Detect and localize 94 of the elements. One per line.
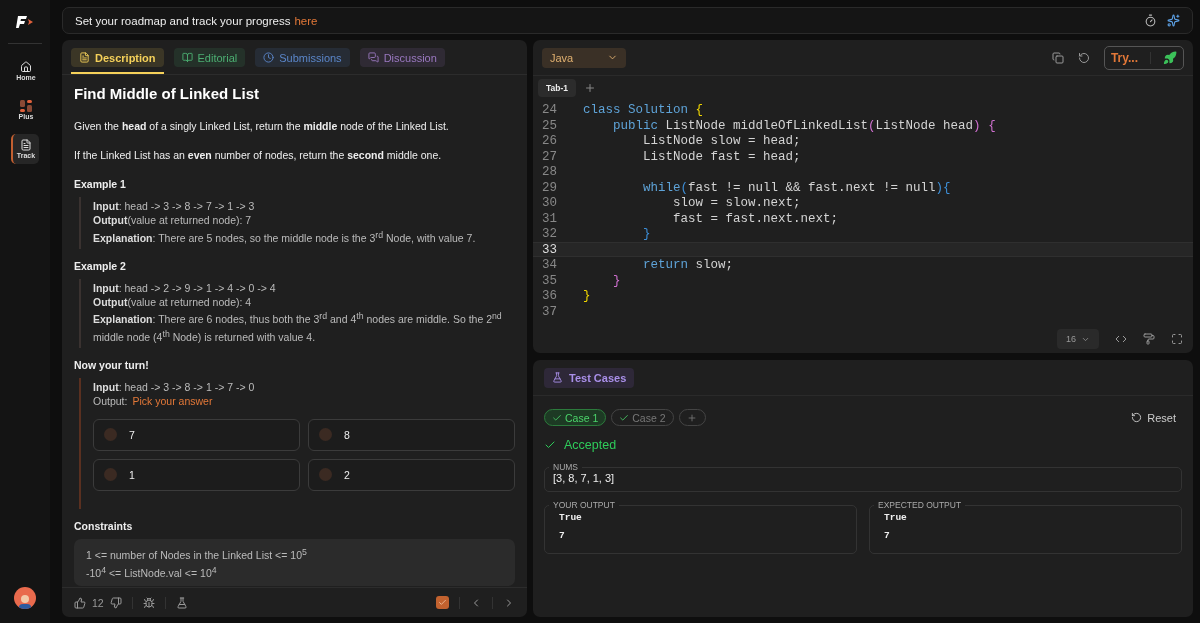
case-tab[interactable]: Case 1: [544, 409, 607, 426]
line-number: 36: [541, 289, 558, 303]
code-line: }: [642, 227, 651, 241]
plus-icon: [687, 412, 698, 423]
code-icon[interactable]: [1115, 333, 1127, 345]
answer-option[interactable]: 7: [93, 418, 300, 451]
reset-button[interactable]: Reset: [1125, 410, 1182, 425]
check-icon: [544, 439, 556, 451]
example-line: Output(value at returned node): 4: [93, 295, 252, 308]
flask-icon[interactable]: [175, 596, 188, 609]
add-tab-icon[interactable]: [584, 82, 597, 94]
reset-icon[interactable]: [1077, 51, 1090, 64]
line-number: 31: [541, 211, 558, 225]
line-number: 33: [541, 242, 558, 256]
line-number: 32: [541, 227, 558, 241]
font-size-select[interactable]: 16: [1057, 329, 1099, 349]
chat-icon: [367, 52, 379, 63]
tab[interactable]: Editorial: [173, 48, 246, 67]
bug-icon[interactable]: [142, 596, 155, 609]
done-checkbox[interactable]: [436, 596, 449, 609]
blocks-icon: [20, 100, 32, 112]
output-box: EXPECTED OUTPUT True 7: [869, 500, 1182, 554]
format-icon[interactable]: [1143, 333, 1155, 345]
code-line: }: [583, 289, 591, 303]
tab[interactable]: Submissions: [255, 48, 350, 67]
constraints-heading: Constraints: [74, 518, 134, 533]
problem-title: Find Middle of Linked List: [74, 87, 260, 101]
logo[interactable]: [16, 15, 34, 29]
line-number: 34: [541, 258, 558, 272]
book-icon: [181, 52, 193, 63]
rocket-icon[interactable]: [1163, 50, 1177, 65]
line-number: 30: [541, 196, 558, 210]
thumbs-up-icon[interactable]: [74, 596, 86, 609]
result-status: Accepted: [564, 438, 617, 452]
clock-icon: [263, 52, 275, 63]
line-number: 25: [541, 118, 558, 132]
example-line: Output(value at returned node): 7: [93, 214, 252, 226]
line-number: 35: [541, 273, 558, 287]
sparkles-icon[interactable]: [1167, 14, 1180, 27]
editor-tab[interactable]: Tab-1: [538, 79, 577, 97]
flask-icon: [552, 372, 563, 383]
home-icon: [20, 61, 32, 73]
line-number: 26: [541, 134, 558, 148]
answer-option[interactable]: 1: [93, 458, 300, 491]
constraint-line: 1 <= number of Nodes in the Linked List <= 10$^{5}$: [86, 549, 307, 561]
line-number: 28: [541, 165, 558, 179]
tab[interactable]: Description: [71, 48, 164, 67]
avatar[interactable]: [14, 587, 36, 609]
line-number: 24: [541, 103, 558, 117]
here-link[interactable]: here: [294, 14, 318, 27]
constraint-line: -10$^{4}$ <= ListNode.val <= 10$^{4}$: [86, 566, 217, 579]
check-icon: [619, 412, 630, 423]
code-line: public ListNode middleOfLinkedList(ListNode head) {: [612, 118, 996, 132]
tab[interactable]: Discussion: [359, 48, 445, 67]
answer-option[interactable]: 8: [308, 418, 515, 451]
quiz-prompt: Pick your answer: [132, 394, 213, 407]
like-count: 12: [92, 596, 104, 609]
code-line: }: [612, 273, 621, 287]
fullscreen-icon[interactable]: [1171, 333, 1183, 345]
code-line: fast = fast.next.next;: [672, 211, 839, 225]
example-line: Input: head -> 3 -> 8 -> 7 -> 1 -> 3: [93, 200, 255, 212]
banner-text: Set your roadmap and track your progress: [75, 14, 291, 27]
line-number: 37: [541, 304, 558, 318]
code-line: class Solution {: [583, 103, 704, 117]
line-number: 29: [541, 180, 558, 194]
problem-text: Given the head of a singly Linked List, return the middle node of the Linked List.: [74, 120, 449, 132]
document-icon: [20, 139, 32, 151]
document-icon: [79, 52, 90, 63]
code-line: slow = slow.next;: [672, 196, 801, 210]
check-icon: [438, 598, 447, 607]
output-box: YOUR OUTPUT True 7: [544, 500, 857, 554]
copy-icon[interactable]: [1051, 51, 1064, 64]
line-number: 27: [541, 149, 558, 163]
example-line: Explanation: There are 5 nodes, so the middle node is the 3$^{rd}$ Node, with value 7.: [93, 231, 476, 244]
example-line: Input: head -> 2 -> 9 -> 1 -> 4 -> 0 -> 4: [93, 281, 276, 294]
example-line: Explanation: There are 6 nodes, thus both the 3$^{rd}$ and 4$^{th}$ nodes are middle. So the 2$^{nd}$ middle node (4$^{th}$ Node) is returned with value 4.: [93, 313, 502, 343]
answer-option[interactable]: 2: [308, 458, 515, 491]
quiz-heading: Now your turn!: [74, 357, 150, 372]
code-line: ListNode slow = head;: [642, 134, 801, 148]
input-field[interactable]: NUMS [3, 8, 7, 1, 3]: [544, 462, 1182, 492]
timer-icon[interactable]: [1144, 14, 1157, 27]
reset-icon: [1131, 412, 1143, 423]
code-line: while(fast != null && fast.next != null){: [642, 180, 951, 194]
input-text: Input: head -> 3 -> 8 -> 1 -> 7 -> 0: [93, 380, 255, 393]
output-label: Output:: [93, 394, 128, 407]
test-cases-tab[interactable]: Test Cases: [544, 367, 635, 388]
example-heading: Example 2: [74, 258, 127, 273]
code-line: return slow;: [642, 258, 734, 272]
check-icon: [552, 412, 562, 423]
language-select[interactable]: Java: [542, 47, 626, 68]
example-heading: Example 1: [74, 177, 127, 191]
thumbs-down-icon[interactable]: [109, 596, 122, 609]
code-line: ListNode fast = head;: [642, 149, 801, 163]
problem-text: If the Linked List has an even number of nodes, return the second middle one.: [74, 149, 442, 161]
